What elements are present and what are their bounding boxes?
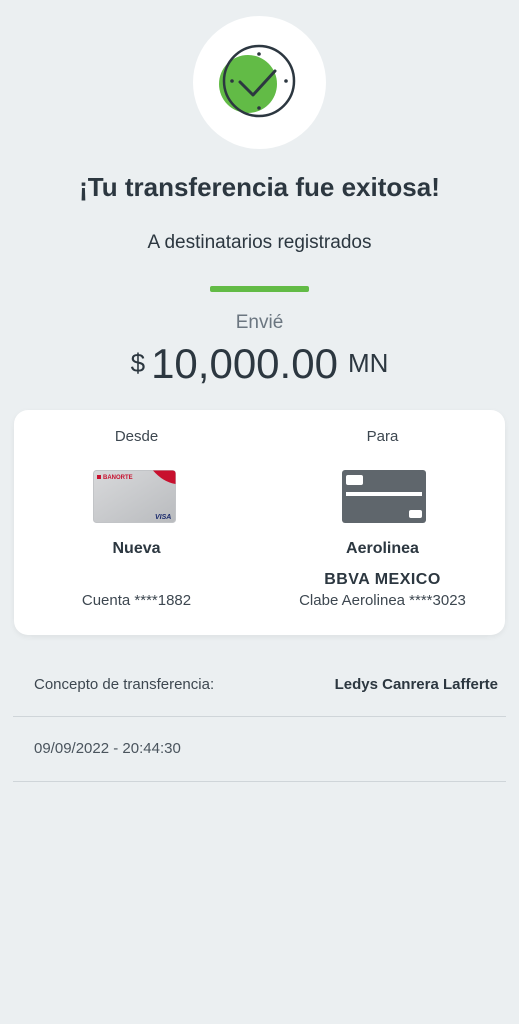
transfer-summary-card: Desde BANORTE VISA Nueva Cuenta ****1882… [14,410,505,635]
generic-card-icon [342,470,426,523]
page-subtitle: A destinatarios registrados [147,232,372,253]
from-name: Nueva [112,540,161,557]
check-clock-icon [219,44,296,118]
datetime-row: 09/09/2022 - 20:44:30 [13,718,506,782]
concept-label: Concepto de transferencia: [34,676,215,693]
amount-label: Envié [235,312,284,333]
from-label: Desde [114,428,159,445]
currency-unit: MN [347,348,389,378]
banorte-card-icon: BANORTE VISA [93,470,176,523]
from-account-number: Cuenta ****1882 [81,592,192,609]
concept-value: Ledys Canrera Lafferte [334,676,498,693]
transfer-success-screen: ¡Tu transferencia fue exitosa! A destina… [0,0,519,1024]
to-label: Para [366,428,399,445]
to-name: Aerolinea [346,540,419,557]
card-network-text: VISA [155,514,171,521]
concept-row: Concepto de transferencia: Ledys Canrera… [13,655,506,717]
to-account-number: Clabe Aerolinea ****3023 [299,592,466,609]
accent-divider [210,286,309,292]
amount-display: $10,000.00 MN [0,340,519,388]
card-brand-text: BANORTE [103,475,133,481]
page-title: ¡Tu transferencia fue exitosa! [79,172,440,202]
currency-symbol: $ [130,348,146,378]
from-account: Desde BANORTE VISA Nueva Cuenta ****1882 [14,410,259,635]
success-badge [193,16,326,149]
to-account: Para Aerolinea BBVA MEXICO Clabe Aerolin… [260,410,505,635]
transfer-datetime: 09/09/2022 - 20:44:30 [34,740,181,757]
to-bank: BBVA MEXICO [324,571,441,588]
amount-value: 10,000.00 [151,340,338,387]
